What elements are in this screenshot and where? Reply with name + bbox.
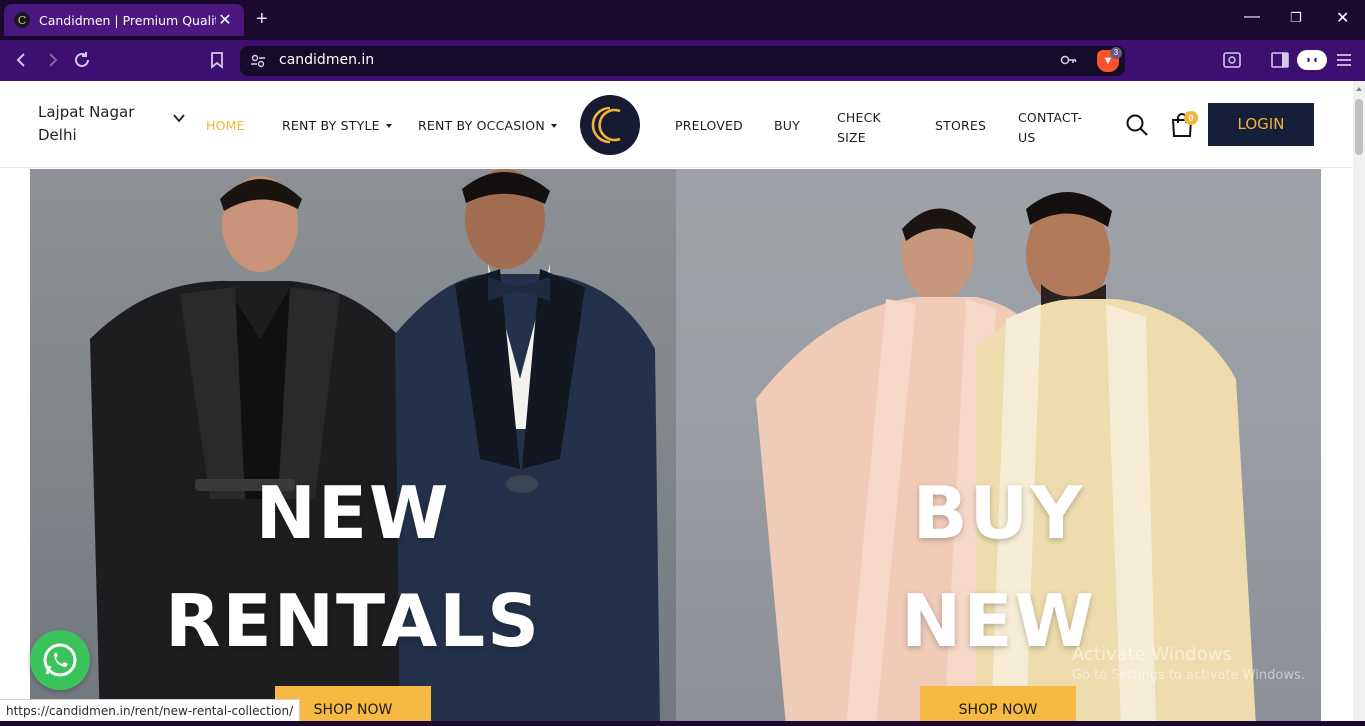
location-selector[interactable]: Lajpat Nagar Delhi — [38, 101, 134, 147]
restore-icon[interactable]: ❐ — [1290, 10, 1302, 26]
nav-check-size-line1: CHECK — [837, 110, 881, 125]
browser-tab[interactable]: C Candidmen | Premium Quality Rental ✕ — [4, 4, 244, 36]
key-icon[interactable] — [1060, 51, 1078, 69]
hero-right-title-line1: BUY — [912, 471, 1085, 555]
link-status-bar: https://candidmen.in/rent/new-rental-col… — [0, 699, 301, 721]
sidebar-icon[interactable] — [1271, 52, 1289, 68]
scroll-up-icon[interactable] — [1356, 87, 1362, 91]
address-bar[interactable]: candidmen.in ▼ 3 — [240, 46, 1125, 76]
nav-check-size[interactable]: CHECK SIZE — [837, 108, 881, 148]
nav-buy[interactable]: BUY — [774, 118, 800, 133]
window-close-icon[interactable]: ✕ — [1336, 8, 1349, 28]
tab-close-icon[interactable]: ✕ — [216, 10, 234, 30]
forward-icon[interactable] — [44, 52, 60, 68]
nav-contact-us[interactable]: CONTACT- US — [1018, 108, 1082, 148]
minimize-icon[interactable]: — — [1244, 8, 1260, 26]
whatsapp-icon — [43, 643, 77, 677]
search-icon[interactable] — [1125, 113, 1149, 137]
candidmen-logo[interactable] — [580, 95, 640, 155]
scrollbar-thumb[interactable] — [1355, 99, 1363, 155]
nav-rent-by-occasion[interactable]: RENT BY OCCASION — [418, 118, 557, 133]
nav-home[interactable]: HOME — [206, 118, 245, 133]
screenshot-search-icon[interactable] — [1223, 52, 1241, 68]
site-favicon: C — [14, 12, 30, 28]
nav-stores[interactable]: STORES — [935, 118, 986, 133]
cart-count-badge: 0 — [1184, 111, 1198, 125]
nav-contact-line1: CONTACT- — [1018, 110, 1083, 125]
nav-rent-by-style-label: RENT BY STYLE — [282, 118, 380, 133]
back-icon[interactable] — [14, 52, 30, 68]
site-settings-icon[interactable] — [250, 53, 266, 69]
tab-title: Candidmen | Premium Quality Rental — [39, 12, 216, 28]
logo-mark-icon — [591, 106, 621, 144]
caret-down-icon — [550, 124, 557, 128]
whatsapp-button[interactable] — [30, 630, 90, 690]
menu-icon[interactable] — [1336, 52, 1352, 68]
activate-windows-title: Activate Windows — [1072, 644, 1232, 665]
shield-count-badge: 3 — [1110, 47, 1122, 59]
hero-left-title-line2: RENTALS — [165, 579, 541, 663]
chevron-down-icon[interactable] — [172, 111, 186, 125]
window-bottom-edge — [0, 721, 1365, 726]
caret-down-icon — [385, 124, 392, 128]
page-scrollbar[interactable] — [1353, 81, 1365, 726]
login-button[interactable]: LOGIN — [1208, 103, 1314, 146]
hero-left-title-line1: NEW — [255, 471, 451, 555]
reading-mode-icon[interactable]: ◗◖ — [1297, 50, 1327, 70]
browser-tab-bar: C Candidmen | Premium Quality Rental ✕ +… — [0, 0, 1365, 40]
reload-icon[interactable] — [73, 51, 91, 69]
bookmark-icon[interactable] — [210, 51, 224, 69]
nav-rent-by-style[interactable]: RENT BY STYLE — [282, 118, 392, 133]
new-tab-button[interactable]: + — [256, 8, 268, 31]
nav-contact-line2: US — [1018, 130, 1036, 145]
hero-new-rentals[interactable]: NEW RENTALS SHOP NOW — [30, 169, 676, 726]
activate-windows-subtitle: Go to Settings to activate Windows. — [1072, 668, 1305, 683]
nav-check-size-line2: SIZE — [837, 130, 866, 145]
shop-now-buy-button[interactable]: SHOP NOW — [920, 686, 1076, 726]
location-region: Delhi — [38, 126, 77, 144]
hero-buy-new[interactable]: BUY NEW SHOP NOW Activate Windows Go to … — [676, 169, 1321, 726]
nav-preloved[interactable]: PRELOVED — [675, 118, 743, 133]
site-header: Lajpat Nagar Delhi HOME RENT BY STYLE RE… — [0, 81, 1353, 168]
nav-rent-by-occasion-label: RENT BY OCCASION — [418, 118, 545, 133]
url-text[interactable]: candidmen.in — [279, 52, 374, 68]
location-city: Lajpat Nagar — [38, 103, 135, 121]
